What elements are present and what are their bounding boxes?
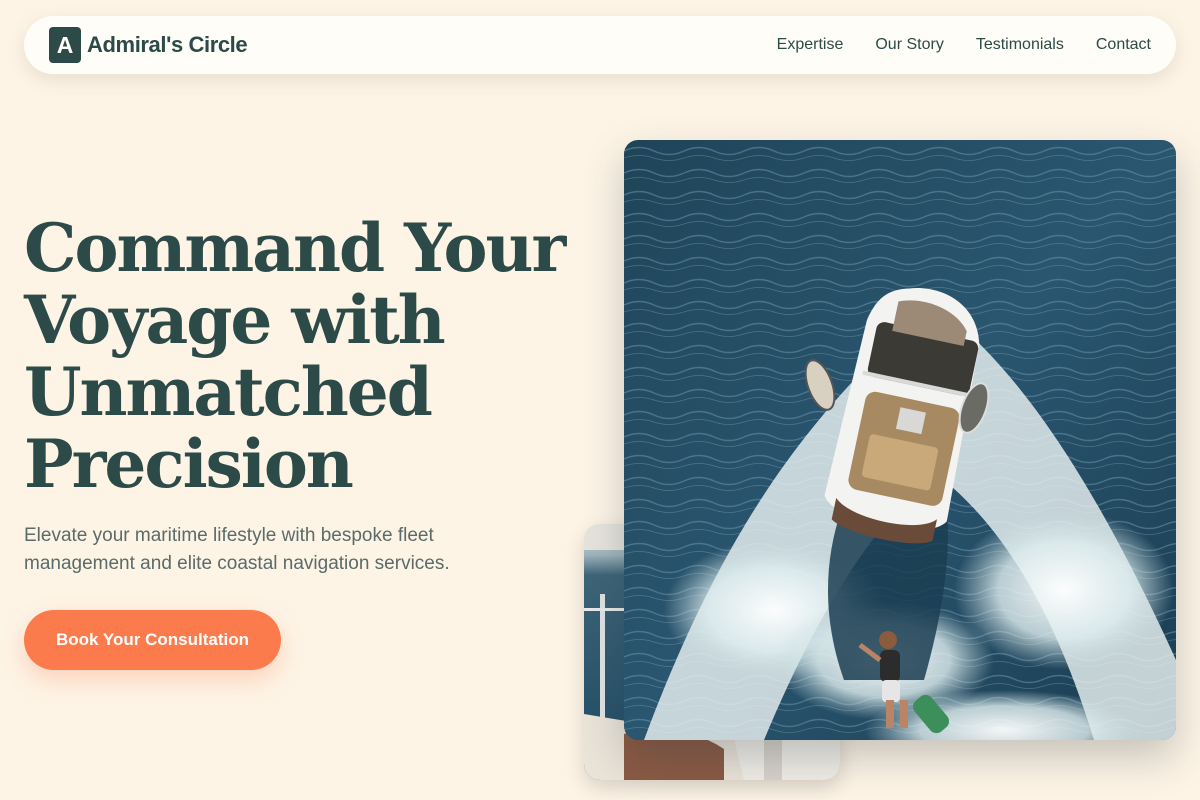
aerial-wakeboat-photo [624,140,1176,740]
hero-subtitle: Elevate your maritime lifestyle with bes… [24,525,450,574]
top-navbar: A Admiral's Circle Expertise Our Story T… [24,16,1176,74]
hero-title-line-3: Unmatched [24,353,433,431]
nav-link-our-story[interactable]: Our Story [875,36,943,54]
nav-link-expertise[interactable]: Expertise [777,36,844,54]
nav-link-testimonials[interactable]: Testimonials [976,36,1064,54]
main-nav: Expertise Our Story Testimonials Contact [777,36,1151,54]
brand-logo-link[interactable]: A Admiral's Circle [49,27,248,63]
hero-title: Command Your Voyage with Unmatched Preci… [24,212,584,500]
hero-title-line-4: Precision [24,425,354,503]
brand-logo-icon: A [49,27,81,63]
hero-title-line-2: Voyage with [24,281,446,359]
brand-name: Admiral's Circle [87,32,248,57]
hero-title-line-1: Command Your [24,209,566,287]
nav-link-contact[interactable]: Contact [1096,36,1151,54]
book-consultation-button[interactable]: Book Your Consultation [24,610,281,670]
